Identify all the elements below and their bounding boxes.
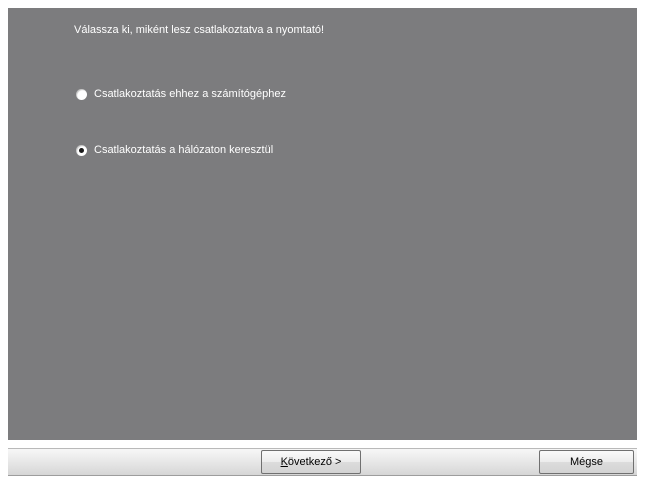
radio-button-unselected[interactable] [76,88,87,100]
next-button-label: övetkező > [287,456,342,468]
next-button[interactable]: Következő > [261,450,361,474]
radio-selected-dot [79,147,84,153]
radio-option-this-computer[interactable]: Csatlakoztatás ehhez a számítógéphez [76,87,286,101]
radio-option-label: Csatlakoztatás a hálózaton keresztül [94,144,274,156]
next-button-accelerator: K [280,456,288,468]
instruction-text: Válassza ki, miként lesz csatlakoztatva … [74,24,325,36]
radio-button-selected[interactable] [76,144,87,156]
button-bar: Következő > Mégse [8,448,637,476]
radio-option-network[interactable]: Csatlakoztatás a hálózaton keresztül [76,143,273,157]
content-panel: Válassza ki, miként lesz csatlakoztatva … [8,8,637,440]
radio-option-label: Csatlakoztatás ehhez a számítógéphez [94,88,287,100]
cancel-button[interactable]: Mégse [539,450,634,474]
